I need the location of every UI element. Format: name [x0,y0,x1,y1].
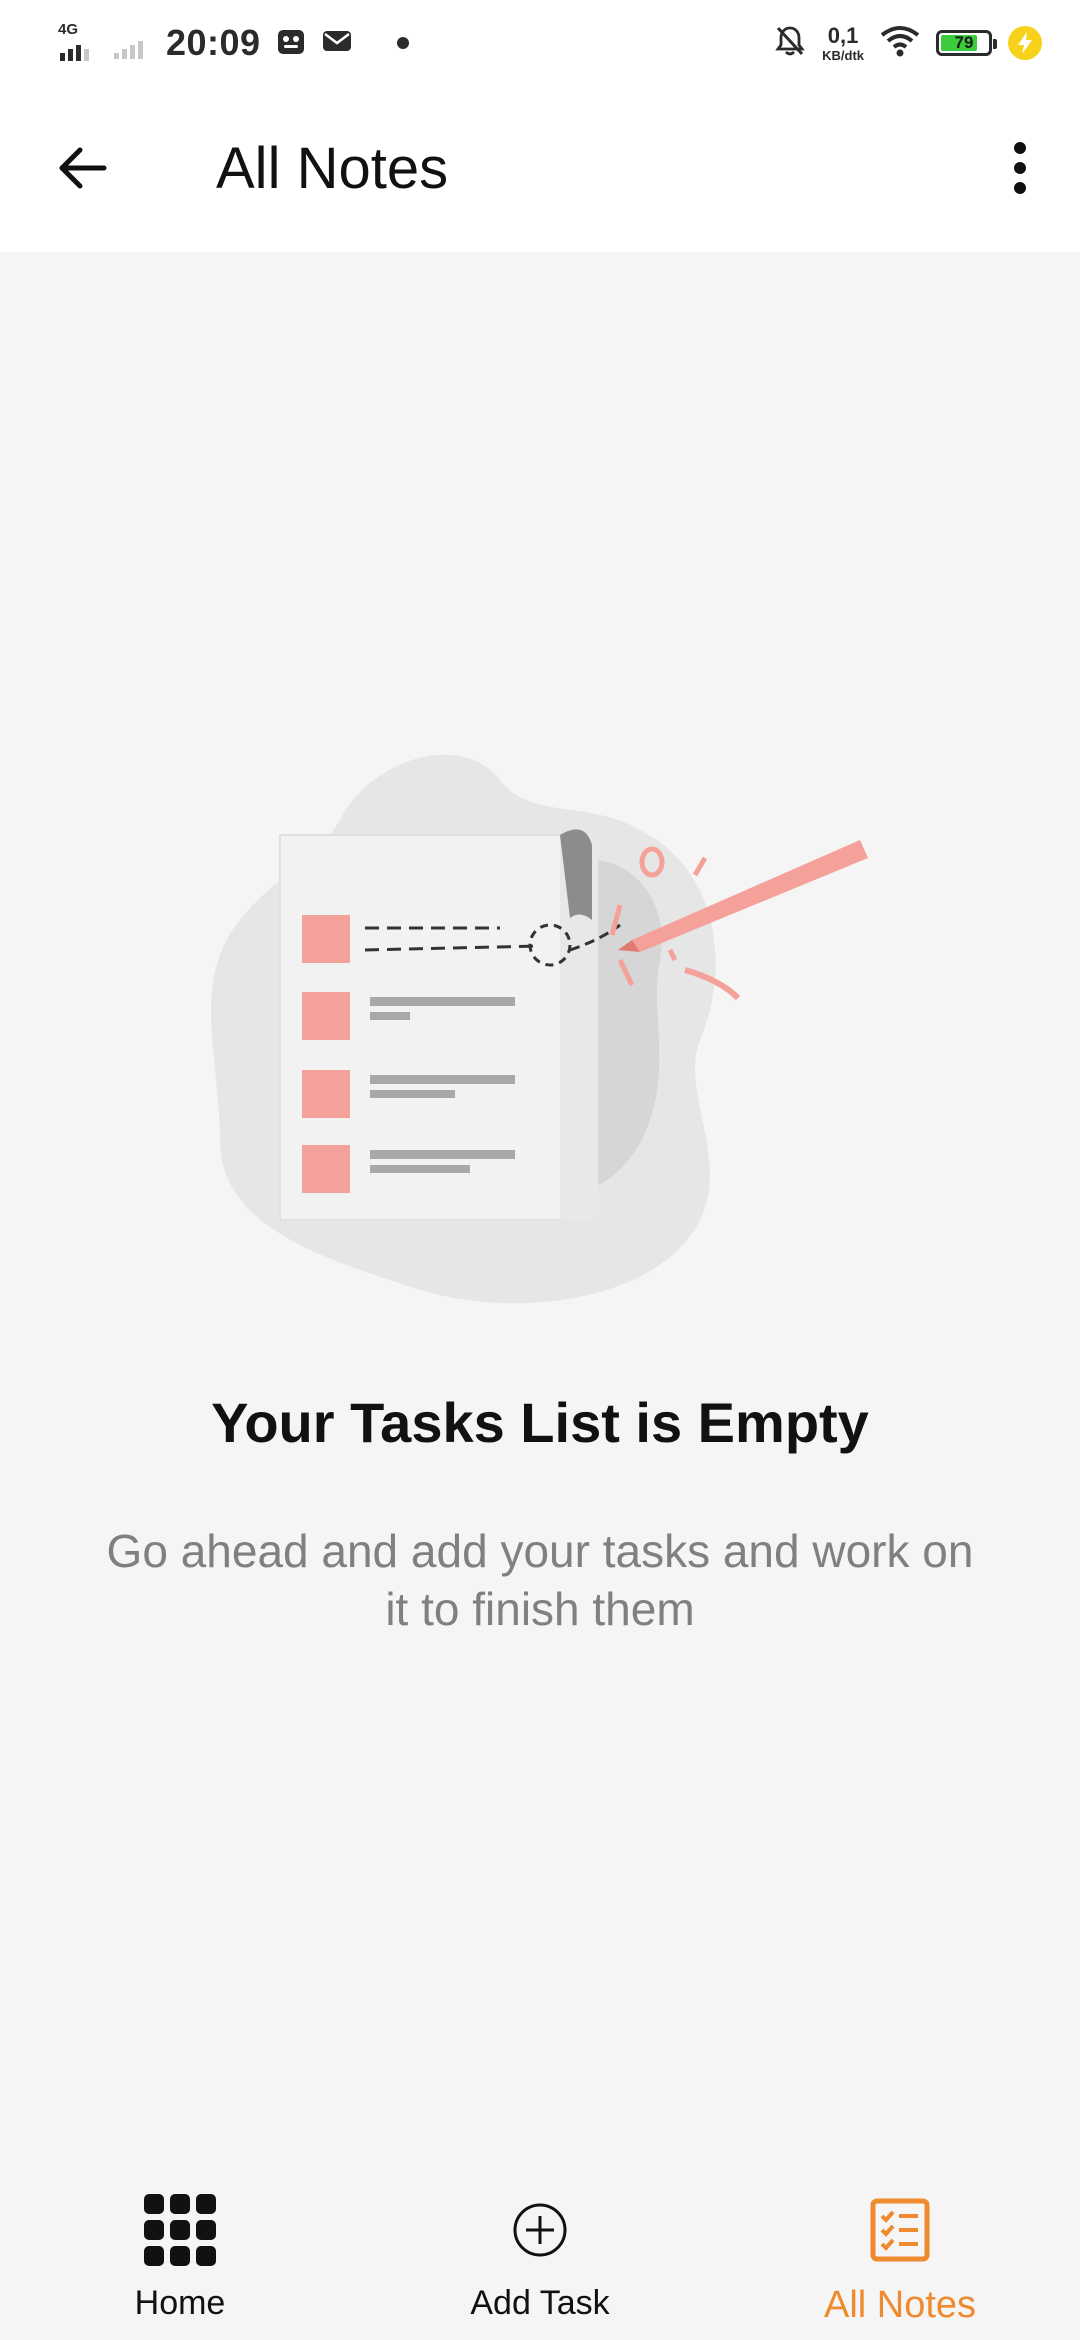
nav-label-all-notes: All Notes [823,2284,977,2326]
nav-item-all-notes[interactable]: All Notes [770,2190,1030,2330]
nav-item-home[interactable]: Home [50,2190,310,2330]
nav-item-add-task[interactable]: Add Task [410,2190,670,2330]
add-circle-icon [500,2190,580,2270]
more-options-button[interactable] [982,130,1058,206]
battery-level-text: 79 [954,33,974,52]
status-bar: 4G 20:09 0,1 KB/dtk 79 [0,0,1080,84]
wifi-icon [880,25,920,62]
bottom-navigation: Home Add Task All Notes [0,2170,1080,2340]
app-bar: All Notes [0,84,1080,252]
more-vertical-icon [1014,142,1026,194]
network-speed: 0,1 KB/dtk [822,22,864,63]
empty-state-title: Your Tasks List is Empty [211,1391,869,1454]
checklist-icon [860,2190,940,2270]
app-notification-icon [275,25,307,62]
nav-label-add-task: Add Task [470,2284,610,2322]
charging-icon [1008,26,1042,60]
network-speed-unit: KB/dtk [822,47,864,63]
network-speed-value: 0,1 [827,22,859,48]
battery-icon: 79 [936,30,997,56]
notification-dot-icon [396,37,409,49]
secondary-signal-icon [112,21,152,66]
empty-state-illustration [200,740,880,1320]
nav-label-home: Home [134,2284,226,2322]
status-right: 0,1 KB/dtk 79 [774,18,1042,68]
grid-icon [140,2190,220,2270]
cellular-signal-icon: 4G [58,21,98,63]
silent-mode-icon [774,24,806,63]
mail-icon [321,25,353,62]
status-left: 4G 20:09 [58,18,409,68]
back-button[interactable] [44,130,120,206]
clock: 20:09 [166,22,261,63]
empty-state-message: Go ahead and add your tasks and work on … [106,1525,974,1635]
page-title: All Notes [216,136,449,201]
arrow-left-icon [59,147,107,189]
